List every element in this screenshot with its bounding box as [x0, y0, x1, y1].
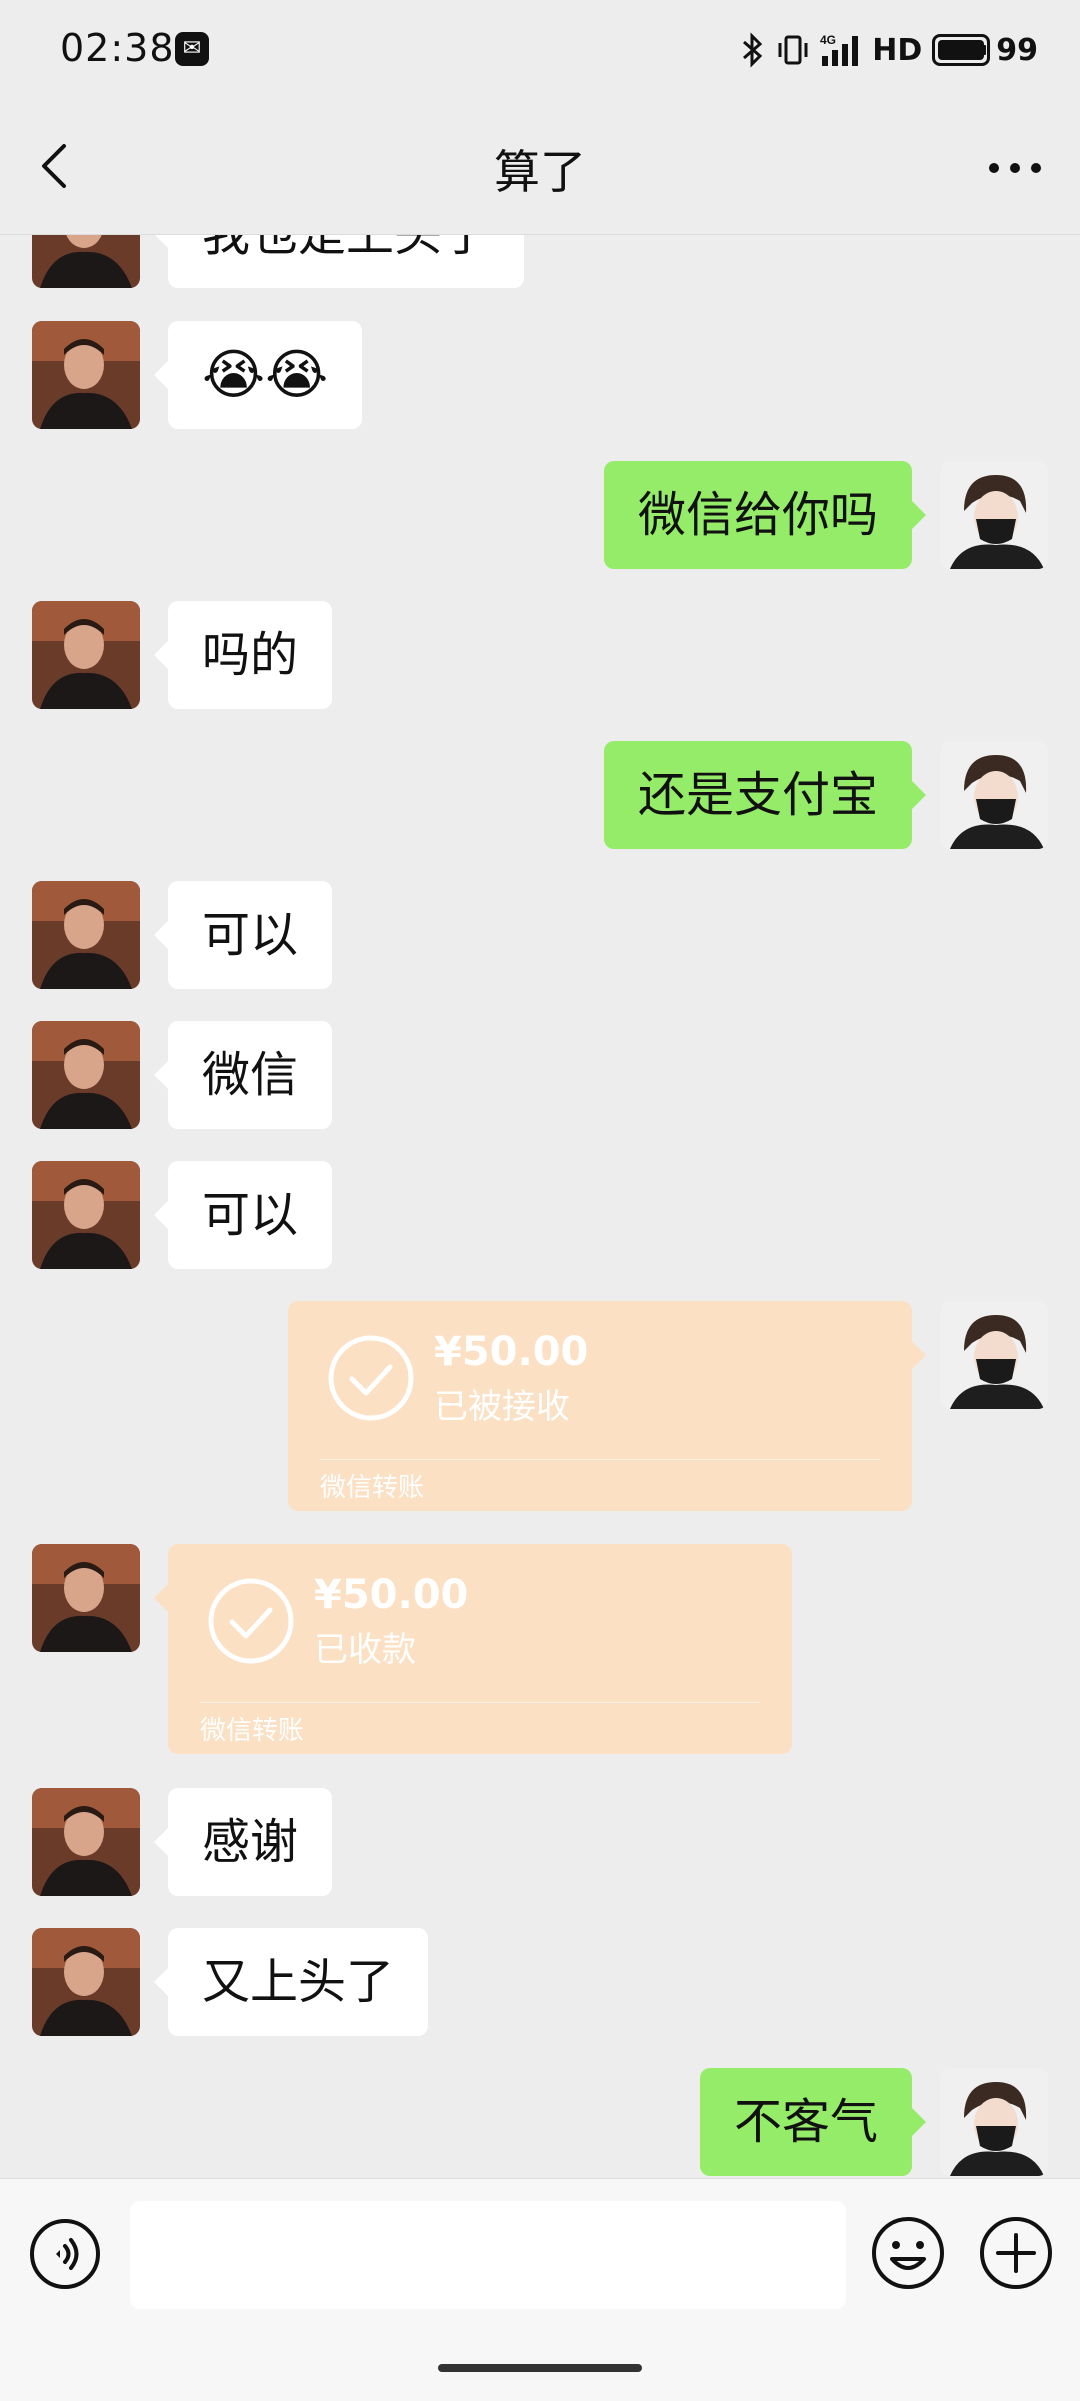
- message-bubble[interactable]: 微信给你吗: [603, 461, 927, 569]
- bluetooth-icon: [740, 32, 766, 68]
- transfer-amount: ¥50.00: [314, 1572, 469, 1618]
- more-dots-icon[interactable]: [980, 150, 1050, 186]
- network-label: HD: [872, 32, 923, 68]
- transfer-card[interactable]: ¥50.00 已收款 微信转账: [154, 1544, 792, 1754]
- transfer-status: 已被接收: [434, 1387, 570, 1427]
- battery-level: 99: [996, 32, 1038, 68]
- transfer-footer: 微信转账: [200, 1716, 305, 1746]
- chat-header: 算了: [0, 100, 1080, 235]
- contact-avatar[interactable]: [32, 1021, 140, 1129]
- status-time: 02:38: [60, 26, 175, 70]
- self-avatar[interactable]: [940, 2068, 1048, 2176]
- contact-avatar[interactable]: [32, 1788, 140, 1896]
- chat-title: 算了: [494, 145, 586, 199]
- transfer-amount: ¥50.00: [434, 1329, 589, 1375]
- status-icons: 4G HD 99: [740, 26, 1038, 74]
- message-bubble[interactable]: 感谢: [153, 1788, 333, 1896]
- message-bubble[interactable]: 还是支付宝: [603, 741, 927, 849]
- contact-avatar[interactable]: [32, 1544, 140, 1652]
- self-avatar[interactable]: [940, 461, 1048, 569]
- message-bubble[interactable]: 可以: [153, 1161, 333, 1269]
- message-input[interactable]: [130, 2201, 846, 2309]
- message-bubble[interactable]: 又上头了: [153, 1928, 429, 2036]
- check-circle-icon: [326, 1333, 416, 1423]
- emoji-icon[interactable]: [870, 2215, 946, 2291]
- voice-icon[interactable]: [28, 2217, 102, 2291]
- contact-avatar[interactable]: [32, 1161, 140, 1269]
- plus-icon[interactable]: [978, 2215, 1054, 2291]
- notification-icon: ✉: [175, 32, 209, 66]
- check-circle-icon: [206, 1576, 296, 1666]
- svg-text:4G: 4G: [820, 33, 836, 47]
- transfer-footer: 微信转账: [320, 1473, 425, 1503]
- contact-avatar[interactable]: [32, 601, 140, 709]
- contact-avatar[interactable]: [32, 881, 140, 989]
- message-list[interactable]: 我也是上头了 😭😭 微信给你吗 吗的 还是支付宝 可以 微信 可以 ¥50.00…: [0, 234, 1080, 2178]
- self-avatar[interactable]: [940, 1301, 1048, 1409]
- contact-avatar[interactable]: [32, 321, 140, 429]
- contact-avatar[interactable]: [32, 234, 140, 288]
- divider: [320, 1459, 880, 1460]
- contact-avatar[interactable]: [32, 1928, 140, 2036]
- vibrate-icon: [776, 33, 810, 67]
- transfer-status: 已收款: [314, 1630, 416, 1670]
- crying-emoji: 😭😭: [202, 343, 329, 406]
- message-bubble[interactable]: 微信: [153, 1021, 333, 1129]
- battery-icon: [932, 34, 991, 66]
- message-bubble[interactable]: 吗的: [153, 601, 333, 709]
- message-bubble[interactable]: 我也是上头了: [153, 234, 525, 288]
- status-bar: 02:38 ✉ 4G HD 99: [0, 0, 1080, 100]
- transfer-card[interactable]: ¥50.00 已被接收 微信转账: [288, 1301, 926, 1511]
- self-avatar[interactable]: [940, 741, 1048, 849]
- message-bubble[interactable]: 可以: [153, 881, 333, 989]
- message-bubble[interactable]: 不客气: [699, 2068, 927, 2176]
- divider: [200, 1702, 760, 1703]
- emoji-message[interactable]: 😭😭: [153, 321, 363, 429]
- signal-4g-icon: 4G: [820, 32, 862, 68]
- home-indicator[interactable]: [438, 2364, 642, 2372]
